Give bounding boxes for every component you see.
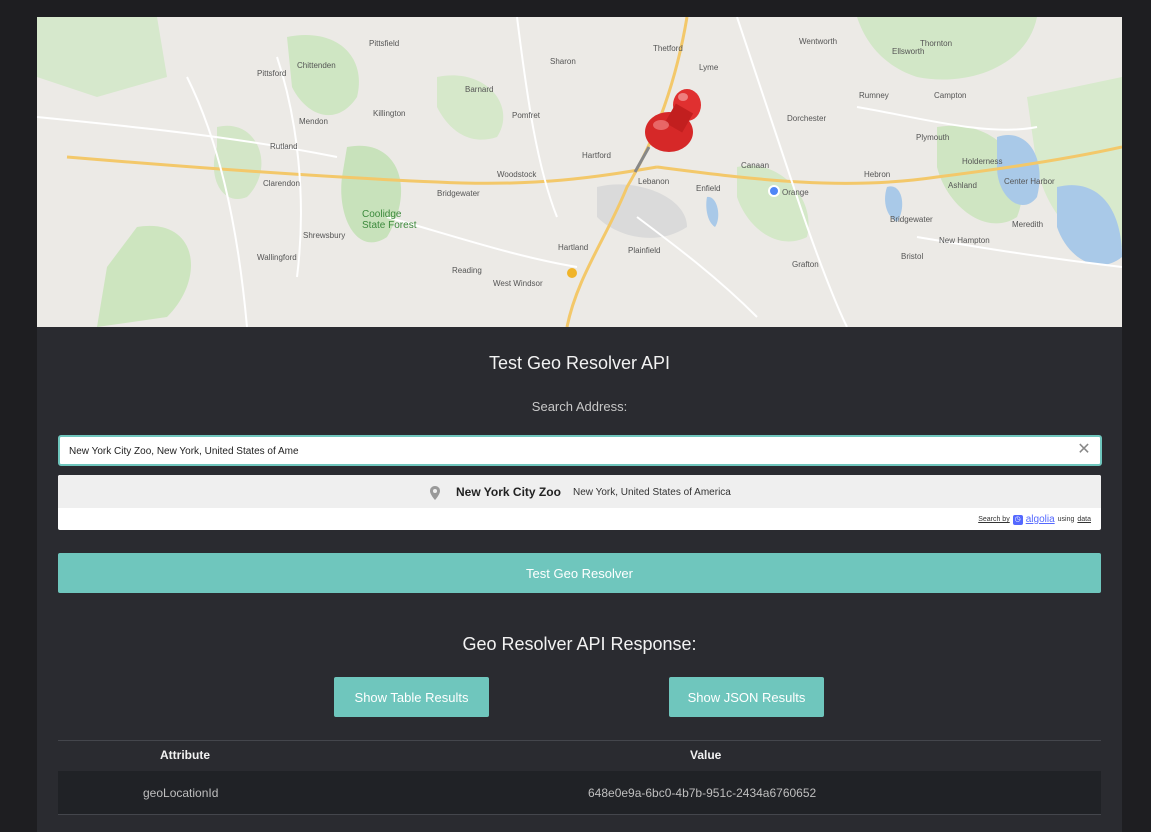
map-label: Pittsfield [369,39,400,48]
map-label: Reading [452,266,482,275]
cell-value: 648e0e9a-6bc0-4b7b-951c-2434a6760652 [588,786,817,800]
map-label: Rumney [859,91,889,100]
map-label: Enfield [696,184,721,193]
search-input[interactable] [69,442,1049,460]
map-label: Campton [934,91,967,100]
map-label: Bridgewater [437,189,480,198]
table-row: geoLocationId 648e0e9a-6bc0-4b7b-951c-24… [58,771,1101,815]
map-label: Wentworth [799,37,838,46]
map-label: Mendon [299,117,328,126]
map-label: Lyme [699,63,719,72]
map-label: Lebanon [638,177,670,186]
map-banner: Pittsfield Pittsford Chittenden Mendon K… [37,17,1122,327]
main-card: Pittsfield Pittsford Chittenden Mendon K… [37,17,1122,832]
map-label: Plymouth [916,133,950,142]
map-label: Bristol [901,252,924,261]
map-label: Thornton [920,39,953,48]
algolia-icon: ◷ [1012,514,1023,525]
suggestion-address: New York, United States of America [573,487,731,498]
map-label: Ashland [948,181,977,190]
cell-attribute: geoLocationId [143,786,219,800]
map-label: Shrewsbury [303,231,346,240]
map-label: Hartland [558,243,589,252]
map-label: Sharon [550,57,576,66]
map-label: Meredith [1012,220,1044,229]
credit-data: data [1077,516,1091,523]
test-geo-resolver-button[interactable]: Test Geo Resolver [58,553,1101,593]
credit-prefix: Search by [978,516,1010,523]
close-icon[interactable]: ✕ [1076,442,1092,458]
suggestion-item[interactable]: New York City Zoo New York, United State… [58,475,1101,508]
map-label: Ellsworth [892,47,925,56]
map-label: Plainfield [628,246,661,255]
algolia-credit[interactable]: Search by ◷ algolia using data [978,514,1091,525]
algolia-logo: algolia [1025,514,1055,525]
show-table-results-button[interactable]: Show Table Results [334,677,489,717]
map-label: Hebron [864,170,891,179]
search-field[interactable]: ✕ [58,435,1102,466]
map-label: Clarendon [263,179,300,188]
autocomplete-dropdown: New York City Zoo New York, United State… [58,475,1101,530]
map-label: Killington [373,109,406,118]
column-header-value: Value [690,748,722,762]
map-label: Chittenden [297,61,336,70]
search-label: Search Address: [531,399,628,414]
map-label: Wallingford [257,253,297,262]
map-label: New Hampton [939,236,990,245]
map-label: Dorchester [787,114,827,123]
credit-suffix: using [1057,516,1075,523]
map-label: Hartford [582,151,611,160]
map-label: Rutland [270,142,298,151]
map-label: Coolidge State Forest [362,209,417,231]
map-label: Canaan [741,161,770,170]
map-label: Orange [782,188,809,197]
suggestion-name: New York City Zoo [456,485,561,499]
map-label: Center Harbor [1004,177,1055,186]
map-label: Barnard [465,85,494,94]
show-json-results-button[interactable]: Show JSON Results [669,677,824,717]
map-label: West Windsor [493,279,543,288]
map-label: Pittsford [257,69,287,78]
map-label: Pomfret [512,111,541,120]
table-header: Attribute Value [58,740,1101,772]
response-heading: Geo Resolver API Response: [462,634,697,654]
map-graphic [37,17,1122,327]
map-label: Thetford [653,44,683,53]
column-header-attribute: Attribute [160,748,210,762]
map-label: Woodstock [497,170,537,179]
map-label: Holderness [962,157,1003,166]
location-pin-icon [430,486,440,500]
map-label: Grafton [792,260,819,269]
map-label: Bridgewater [890,215,933,224]
page-title: Test Geo Resolver API [488,353,671,373]
